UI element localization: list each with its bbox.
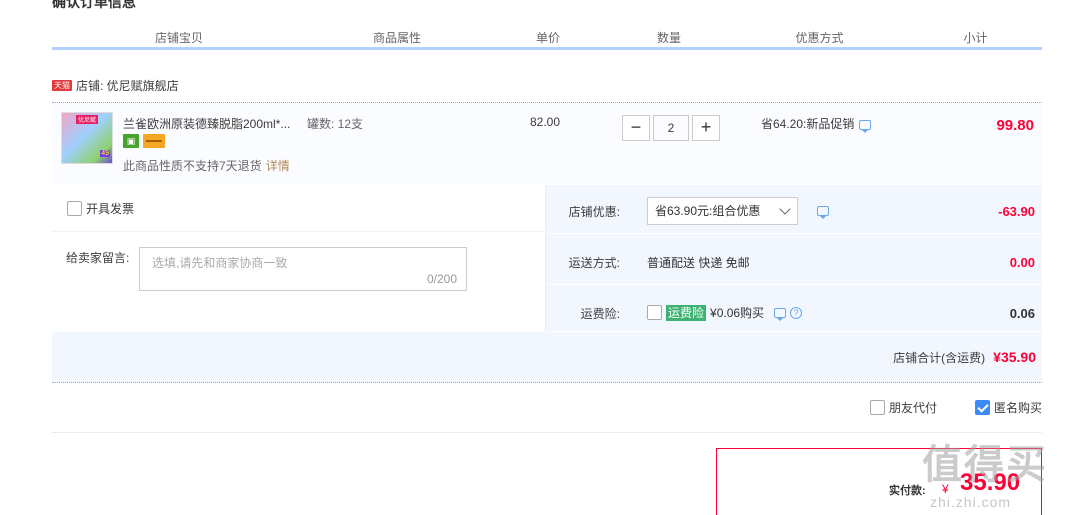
qty-increase-button[interactable]: +	[692, 115, 720, 141]
shipping-label: 运送方式:	[568, 256, 620, 270]
header-qty: 数量	[609, 28, 730, 47]
quantity-stepper: − 2 +	[622, 115, 720, 141]
insurance-checkbox[interactable]	[647, 305, 662, 320]
invoice-option[interactable]: 开具发票	[67, 200, 134, 217]
shop-name[interactable]: 店铺: 优尼赋旗舰店	[76, 77, 179, 94]
shop-row: 天猫 店铺: 优尼赋旗舰店	[52, 76, 179, 94]
message-char-count: 0/200	[426, 272, 457, 286]
friend-pay-option[interactable]: 朋友代付	[869, 399, 937, 416]
table-row: 优尼赋 49 兰雀欧洲原装德臻脱脂200ml*... ▣ 此商品性质不支持7天退…	[52, 102, 1042, 184]
insurance-value: 0.06	[1009, 306, 1035, 321]
chat-icon[interactable]	[817, 206, 829, 219]
order-options-section: 开具发票 给卖家留言: 选填,请先和商家协商一致 0/200 店铺优惠: 省63…	[52, 185, 1042, 383]
divider	[52, 432, 1042, 433]
order-options-left: 开具发票 给卖家留言: 选填,请先和商家协商一致 0/200	[52, 185, 546, 332]
invoice-checkbox[interactable]	[67, 201, 82, 216]
product-attribute: 罐数: 12支	[307, 117, 364, 131]
payment-options: 朋友代付 匿名购买	[869, 399, 1042, 416]
insurance-label: 运费险:	[580, 307, 620, 321]
qty-decrease-button[interactable]: −	[622, 115, 650, 141]
shipping-value: 0.00	[1009, 255, 1035, 270]
shop-total: 店铺合计(含运费) ¥35.90	[893, 349, 1036, 366]
chat-icon[interactable]	[859, 119, 872, 133]
qty-input[interactable]: 2	[653, 115, 689, 141]
header-promo: 优惠方式	[730, 28, 910, 47]
insurance-row: 运费险: 运费险 ¥0.06购买 ? 0.06	[547, 287, 1042, 332]
help-icon[interactable]: ?	[790, 306, 803, 319]
product-thumbnail[interactable]: 优尼赋 49	[61, 112, 113, 164]
message-placeholder: 选填,请先和商家协商一致	[152, 256, 288, 270]
payment-label: 实付款:	[889, 485, 926, 497]
product-title[interactable]: 兰雀欧洲原装德臻脱脂200ml*...	[123, 115, 303, 132]
chevron-down-icon	[779, 203, 791, 215]
shipping-row: 运送方式: 普通配送 快递 免邮 0.00	[547, 236, 1042, 285]
header-price: 单价	[488, 28, 609, 47]
thumbnail-tag: 49	[100, 150, 110, 157]
anonymous-option[interactable]: 匿名购买	[974, 399, 1042, 416]
tmall-icon: 天猫	[52, 79, 72, 91]
header-subtotal: 小计	[910, 28, 1042, 47]
divider	[52, 231, 546, 232]
shop-total-label: 店铺合计(含运费)	[893, 351, 986, 365]
friend-pay-label: 朋友代付	[888, 401, 937, 415]
details-link[interactable]: 详情	[266, 159, 290, 173]
return-policy-text: 此商品性质不支持7天退货	[123, 159, 262, 173]
order-options-right: 店铺优惠: 省63.90元:组合优惠 -63.90 运送方式: 普通配送 快递 …	[547, 185, 1042, 332]
item-subtotal: 99.80	[996, 117, 1034, 134]
discount-value: -63.90	[998, 204, 1035, 219]
header-item: 店铺宝贝	[52, 28, 307, 47]
message-label: 给卖家留言:	[66, 251, 130, 265]
return-policy-note: 此商品性质不支持7天退货 详情	[123, 157, 290, 174]
shipping-method: 普通配送 快递 免邮	[647, 256, 750, 270]
column-headers: 店铺宝贝 商品属性 单价 数量 优惠方式 小计	[52, 28, 1042, 50]
message-input[interactable]: 选填,请先和商家协商一致 0/200	[139, 247, 467, 291]
chat-icon[interactable]	[774, 307, 787, 321]
discount-label: 店铺优惠:	[568, 205, 620, 219]
insurance-option: 运费险 ¥0.06购买 ?	[647, 304, 803, 321]
promotion-text: 省64.20:新品促销	[761, 117, 855, 131]
anonymous-label: 匿名购买	[993, 401, 1042, 415]
header-attr: 商品属性	[307, 28, 488, 47]
service-badges: ▣	[123, 134, 165, 148]
friend-pay-checkbox[interactable]	[869, 400, 885, 415]
thumbnail-brand: 优尼赋	[76, 115, 99, 124]
promotion-info: 省64.20:新品促销	[761, 115, 872, 133]
watermark-url: zhi.zhi.com	[930, 494, 1012, 510]
insurance-price: ¥0.06购买	[710, 306, 765, 320]
invoice-label: 开具发票	[86, 202, 135, 216]
discount-row: 店铺优惠: 省63.90元:组合优惠 -63.90	[547, 185, 1042, 234]
credit-card-icon[interactable]	[143, 134, 165, 148]
page-title: 确认订单信息	[52, 0, 136, 10]
discount-selected: 省63.90元:组合优惠	[655, 204, 761, 218]
discount-select[interactable]: 省63.90元:组合优惠	[647, 197, 798, 225]
anonymous-checkbox[interactable]	[974, 400, 990, 415]
guarantee-icon[interactable]: ▣	[123, 134, 139, 148]
insurance-tag: 运费险	[666, 304, 707, 321]
watermark-logo: 值得买	[922, 443, 1048, 487]
unit-price: 82.00	[530, 115, 561, 129]
shop-total-value: ¥35.90	[993, 349, 1036, 365]
